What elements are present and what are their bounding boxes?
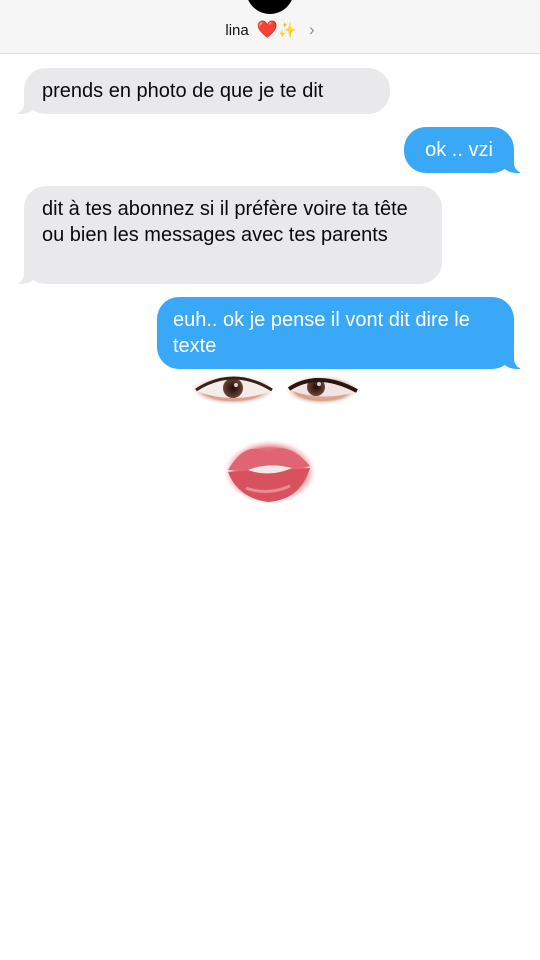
message-incoming[interactable]: prends en photo de que je te dit bbox=[14, 68, 390, 114]
message-outgoing[interactable]: ok .. vzi bbox=[404, 127, 524, 173]
message-outgoing[interactable]: euh.. ok je pense il vont dit dire le te… bbox=[157, 297, 524, 369]
lips-sticker bbox=[224, 440, 316, 504]
message-text: prends en photo de que je te dit bbox=[42, 80, 324, 102]
eye-sticker bbox=[284, 375, 360, 405]
eye-sticker bbox=[190, 375, 276, 405]
message-text: dit à tes abonnez si il préfère voire ta… bbox=[42, 198, 408, 246]
message-text: euh.. ok je pense il vont dit dire le te… bbox=[173, 309, 470, 357]
message-text: ok .. vzi bbox=[425, 139, 493, 161]
